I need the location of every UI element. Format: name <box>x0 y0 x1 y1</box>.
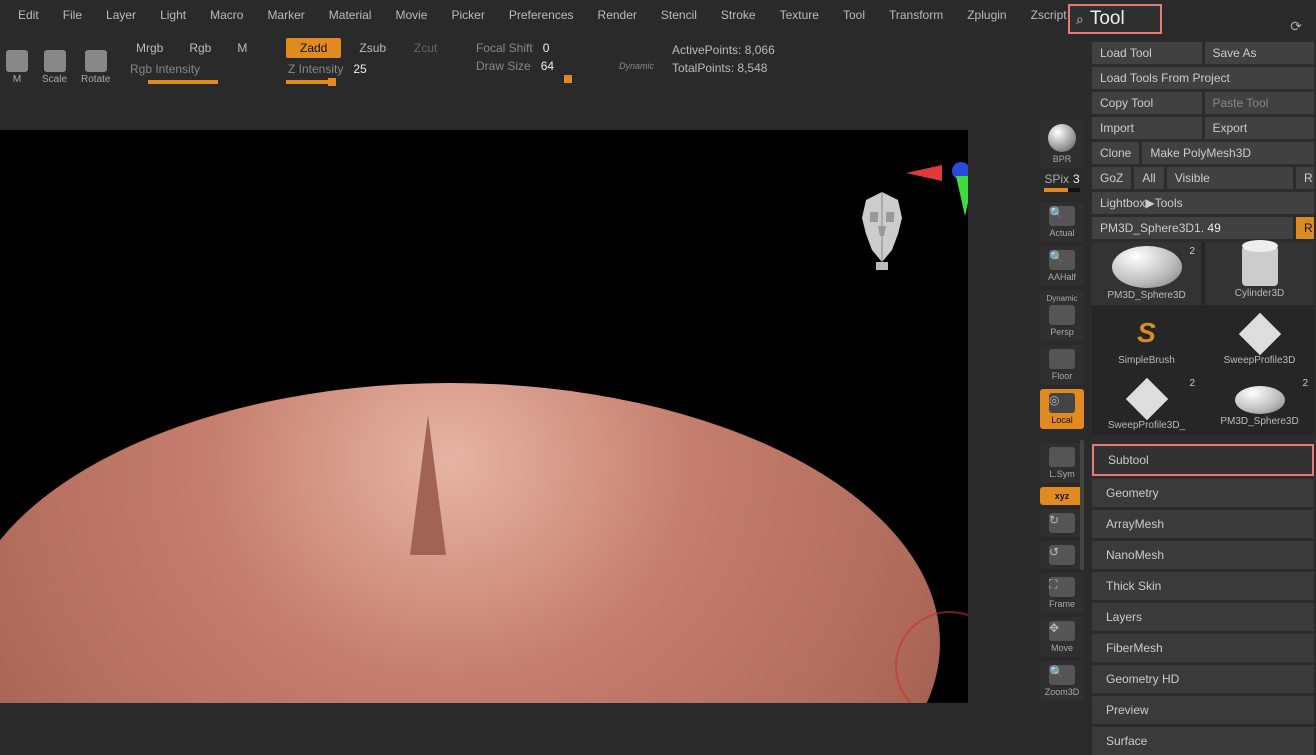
section-layers[interactable]: Layers <box>1092 603 1314 631</box>
zsub-toggle[interactable]: Zsub <box>351 38 394 58</box>
focal-shift-value: 0 <box>543 41 550 55</box>
frame-button[interactable]: ⛶Frame <box>1040 573 1084 613</box>
menu-stroke[interactable]: Stroke <box>709 0 768 30</box>
tool-thumb-sweep1[interactable]: SweepProfile3D <box>1205 309 1314 370</box>
tool-r-button[interactable]: R <box>1296 217 1314 239</box>
load-tool-button[interactable]: Load Tool <box>1092 42 1202 64</box>
section-preview[interactable]: Preview <box>1092 696 1314 724</box>
tool-panel: Load Tool Save As Load Tools From Projec… <box>1090 40 1316 703</box>
side-scrollbar[interactable] <box>1080 440 1084 570</box>
export-button[interactable]: Export <box>1205 117 1315 139</box>
menu-edit[interactable]: Edit <box>6 0 51 30</box>
menu-stencil[interactable]: Stencil <box>649 0 709 30</box>
menu-file[interactable]: File <box>51 0 94 30</box>
load-from-project-button[interactable]: Load Tools From Project <box>1092 67 1314 89</box>
dynamic-label: Dynamic <box>617 61 654 71</box>
tool-panel-header[interactable]: ⌕ Tool <box>1068 4 1162 34</box>
make-polymesh-button[interactable]: Make PolyMesh3D <box>1142 142 1314 164</box>
copy-tool-button[interactable]: Copy Tool <box>1092 92 1202 114</box>
zcut-toggle[interactable]: Zcut <box>404 38 447 58</box>
mode-m-button[interactable]: M <box>6 50 28 85</box>
z-intensity-label: Z Intensity <box>286 62 343 76</box>
spix-slider[interactable] <box>1044 188 1080 192</box>
menu-picker[interactable]: Picker <box>439 0 496 30</box>
active-points-value: 8,066 <box>745 43 775 57</box>
rot-y-button[interactable]: ↻ <box>1040 509 1084 537</box>
tool-thumb-sweep2[interactable]: 2 SweepProfile3D_ <box>1092 374 1201 435</box>
menu-texture[interactable]: Texture <box>768 0 831 30</box>
floor-button[interactable]: Floor <box>1040 345 1084 385</box>
aahalf-button[interactable]: 🔍AAHalf <box>1040 246 1084 286</box>
sculpted-mesh <box>0 383 940 703</box>
total-points-value: 8,548 <box>737 61 767 75</box>
bpr-button[interactable]: BPR <box>1040 120 1084 168</box>
clone-button[interactable]: Clone <box>1092 142 1139 164</box>
head-reference <box>852 190 912 270</box>
zadd-toggle[interactable]: Zadd <box>286 38 341 58</box>
spix-label: SPix <box>1044 172 1069 186</box>
lsym-button[interactable]: L.Sym <box>1040 443 1084 483</box>
sculpted-spike <box>410 415 446 555</box>
tool-thumb-cylinder[interactable]: Cylinder3D <box>1205 242 1314 305</box>
move-button[interactable]: ✥Move <box>1040 617 1084 657</box>
tool-name-field[interactable]: PM3D_Sphere3D1. 49 <box>1092 217 1293 239</box>
rgb-toggle[interactable]: Rgb <box>181 38 219 58</box>
section-arraymesh[interactable]: ArrayMesh <box>1092 510 1314 538</box>
draw-size-label: Draw Size <box>474 59 531 73</box>
wrench-icon: ⌕ <box>1076 11 1084 28</box>
menu-material[interactable]: Material <box>317 0 384 30</box>
section-geometry[interactable]: Geometry <box>1092 479 1314 507</box>
local-button[interactable]: ◎Local <box>1040 389 1084 429</box>
import-button[interactable]: Import <box>1092 117 1202 139</box>
reload-icon[interactable]: ⟳ <box>1290 18 1302 35</box>
viewport[interactable] <box>0 130 968 703</box>
menu-movie[interactable]: Movie <box>383 0 439 30</box>
menu-light[interactable]: Light <box>148 0 198 30</box>
goz-all-button[interactable]: All <box>1134 167 1163 189</box>
menu-macro[interactable]: Macro <box>198 0 255 30</box>
spix-value: 3 <box>1073 172 1080 186</box>
menu-marker[interactable]: Marker <box>255 0 316 30</box>
menu-layer[interactable]: Layer <box>94 0 148 30</box>
rgb-intensity-label: Rgb Intensity <box>128 62 200 76</box>
section-thickskin[interactable]: Thick Skin <box>1092 572 1314 600</box>
mrgb-toggle[interactable]: Mrgb <box>128 38 171 58</box>
save-as-button[interactable]: Save As <box>1205 42 1315 64</box>
total-points-label: TotalPoints: <box>672 61 734 75</box>
rot-z-button[interactable]: ↺ <box>1040 541 1084 569</box>
lightbox-tools-button[interactable]: Lightbox▶Tools <box>1092 192 1314 214</box>
tool-thumb-simplebrush[interactable]: S SimpleBrush <box>1092 309 1201 370</box>
section-geometryhd[interactable]: Geometry HD <box>1092 665 1314 693</box>
dynamic-persp-button[interactable]: DynamicPersp <box>1040 290 1084 341</box>
xyz-button[interactable]: xyz <box>1040 487 1084 505</box>
active-points-label: ActivePoints: <box>672 43 741 57</box>
paste-tool-button[interactable]: Paste Tool <box>1205 92 1315 114</box>
rotate-button[interactable]: Rotate <box>81 50 110 85</box>
zoom3d-button[interactable]: 🔍Zoom3D <box>1040 661 1084 701</box>
menu-render[interactable]: Render <box>586 0 649 30</box>
goz-visible-button[interactable]: Visible <box>1167 167 1293 189</box>
menu-tool[interactable]: Tool <box>831 0 877 30</box>
actual-button[interactable]: 🔍Actual <box>1040 202 1084 242</box>
focal-shift-label: Focal Shift <box>474 41 533 55</box>
section-nanomesh[interactable]: NanoMesh <box>1092 541 1314 569</box>
z-intensity-value: 25 <box>353 62 366 76</box>
goz-button[interactable]: GoZ <box>1092 167 1131 189</box>
goz-r-button[interactable]: R <box>1296 167 1314 189</box>
scale-button[interactable]: Scale <box>42 50 67 85</box>
menu-transform[interactable]: Transform <box>877 0 955 30</box>
section-surface[interactable]: Surface <box>1092 727 1314 755</box>
tool-panel-header-label: Tool <box>1090 8 1125 30</box>
tool-thumb-sphere2[interactable]: 2 PM3D_Sphere3D <box>1205 374 1314 435</box>
section-fibermesh[interactable]: FiberMesh <box>1092 634 1314 662</box>
menu-preferences[interactable]: Preferences <box>497 0 586 30</box>
m-toggle[interactable]: M <box>229 38 249 58</box>
menu-zplugin[interactable]: Zplugin <box>955 0 1018 30</box>
section-subtool[interactable]: Subtool <box>1092 444 1314 476</box>
draw-size-value: 64 <box>541 59 554 73</box>
tool-thumb-sphere[interactable]: 2 PM3D_Sphere3D <box>1092 242 1201 305</box>
